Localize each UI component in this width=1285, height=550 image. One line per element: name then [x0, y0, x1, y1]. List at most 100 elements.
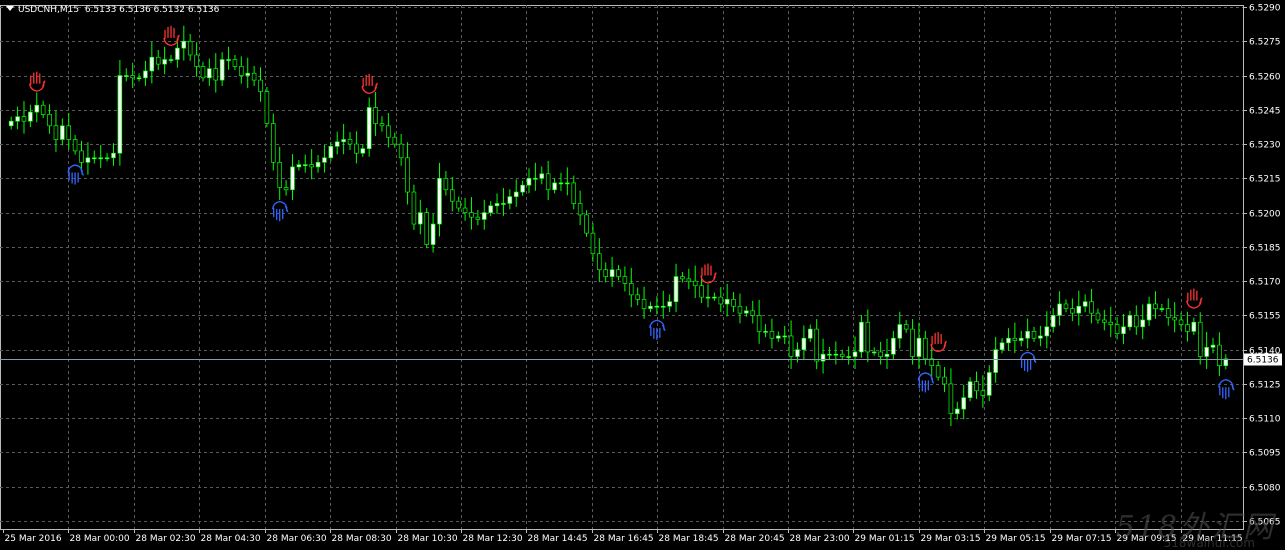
candle	[501, 187, 506, 216]
candle	[801, 325, 807, 360]
time-axis[interactable]: 25 Mar 2016 28 Mar 00:00 28 Mar 02:30 28 Ma…	[3, 529, 1243, 544]
candle	[597, 238, 602, 283]
candle	[283, 180, 289, 196]
candle	[469, 197, 474, 230]
candle	[692, 265, 698, 299]
x-tick-label: 28 Mar 00:00	[70, 534, 130, 544]
candle	[149, 41, 155, 84]
symbol-label: USDCNH,M15	[18, 5, 80, 15]
candle	[111, 143, 116, 166]
candle	[1025, 318, 1030, 349]
candle	[942, 367, 947, 392]
chart-window[interactable]: 6.5290 6.5275 6.5260 6.5245 6.5230 6.5215 6.52…	[0, 0, 1285, 550]
candle	[200, 61, 206, 82]
candle	[808, 324, 813, 342]
candle	[341, 123, 346, 155]
candle	[1153, 291, 1158, 319]
candle	[558, 172, 564, 191]
candle	[53, 110, 59, 152]
candle	[258, 67, 263, 102]
y-tick-label: 6.5095	[1249, 449, 1281, 459]
y-tick-label: 6.5185	[1249, 244, 1281, 254]
candle	[386, 112, 391, 148]
candle	[334, 131, 340, 155]
candle	[1191, 317, 1197, 336]
up-fractal-hand-icon	[29, 71, 46, 92]
candle	[494, 193, 500, 214]
x-tick-label: 28 Mar 04:30	[201, 534, 261, 544]
candle	[28, 104, 33, 128]
y-tick-label: 6.5065	[1249, 518, 1281, 528]
candle	[935, 361, 941, 381]
candle	[622, 266, 628, 292]
candle	[910, 319, 915, 365]
candle	[1044, 311, 1050, 349]
candle	[1223, 354, 1229, 370]
candle	[833, 341, 839, 365]
candle	[1204, 331, 1209, 369]
candle	[143, 60, 148, 86]
x-tick-label: 28 Mar 16:45	[594, 534, 654, 544]
x-tick-label: 28 Mar 06:30	[267, 534, 327, 544]
x-tick-label: 28 Mar 08:30	[332, 534, 392, 544]
candle	[756, 299, 762, 344]
candle	[724, 283, 730, 317]
y-tick-label: 6.5230	[1249, 141, 1281, 151]
dropdown-triangle-icon[interactable]	[6, 6, 14, 11]
candle	[1166, 298, 1171, 326]
up-fractal-hand-icon	[700, 263, 717, 284]
candle	[897, 311, 903, 349]
candle	[398, 134, 404, 166]
candle	[750, 300, 756, 324]
candle	[654, 296, 660, 315]
candle	[635, 287, 640, 306]
price-chart[interactable]: 6.5290 6.5275 6.5260 6.5245 6.5230 6.5215 6.52…	[0, 0, 1285, 548]
candle	[60, 118, 65, 146]
candle	[437, 162, 442, 237]
candle	[616, 265, 621, 281]
candle	[405, 142, 410, 205]
candle	[79, 140, 84, 171]
candle	[117, 59, 123, 166]
candle	[315, 155, 321, 173]
y-tick-label: 6.5275	[1249, 38, 1281, 48]
candle	[1038, 325, 1043, 347]
x-tick-label: 28 Mar 10:30	[398, 534, 458, 544]
up-fractal-hand-icon	[930, 331, 947, 353]
x-tick-label: 29 Mar 07:15	[1052, 534, 1112, 544]
candle	[1127, 310, 1133, 331]
candle	[552, 178, 557, 194]
candle	[565, 167, 570, 196]
candle	[475, 209, 481, 226]
x-tick-label: 29 Mar 11:15	[1183, 534, 1243, 544]
candle	[507, 189, 513, 210]
candle	[1146, 296, 1152, 326]
candle	[513, 179, 519, 207]
candle	[520, 180, 525, 196]
candle	[1159, 303, 1165, 313]
candle	[1185, 311, 1190, 342]
candle	[411, 184, 417, 230]
candle	[251, 65, 257, 86]
candle	[533, 162, 538, 191]
candle	[123, 68, 129, 82]
candle	[539, 166, 545, 185]
candle	[987, 365, 992, 402]
chart-frame	[0, 5, 1244, 530]
candle	[424, 208, 429, 249]
candle	[814, 319, 819, 370]
x-tick-label: 25 Mar 2016	[5, 534, 62, 544]
price-axis[interactable]: 6.5290 6.5275 6.5260 6.5245 6.5230 6.5215 6.52…	[1243, 4, 1282, 528]
candle	[718, 287, 724, 313]
candle	[360, 144, 366, 157]
candle	[296, 160, 302, 171]
candle	[347, 132, 353, 150]
candle	[891, 330, 896, 361]
candle	[40, 100, 46, 119]
candle	[1102, 309, 1107, 331]
candle	[271, 113, 276, 171]
y-tick-label: 6.5290	[1249, 4, 1281, 14]
candle	[1089, 288, 1094, 324]
candle	[264, 86, 270, 128]
x-tick-label: 29 Mar 09:15	[1117, 534, 1177, 544]
